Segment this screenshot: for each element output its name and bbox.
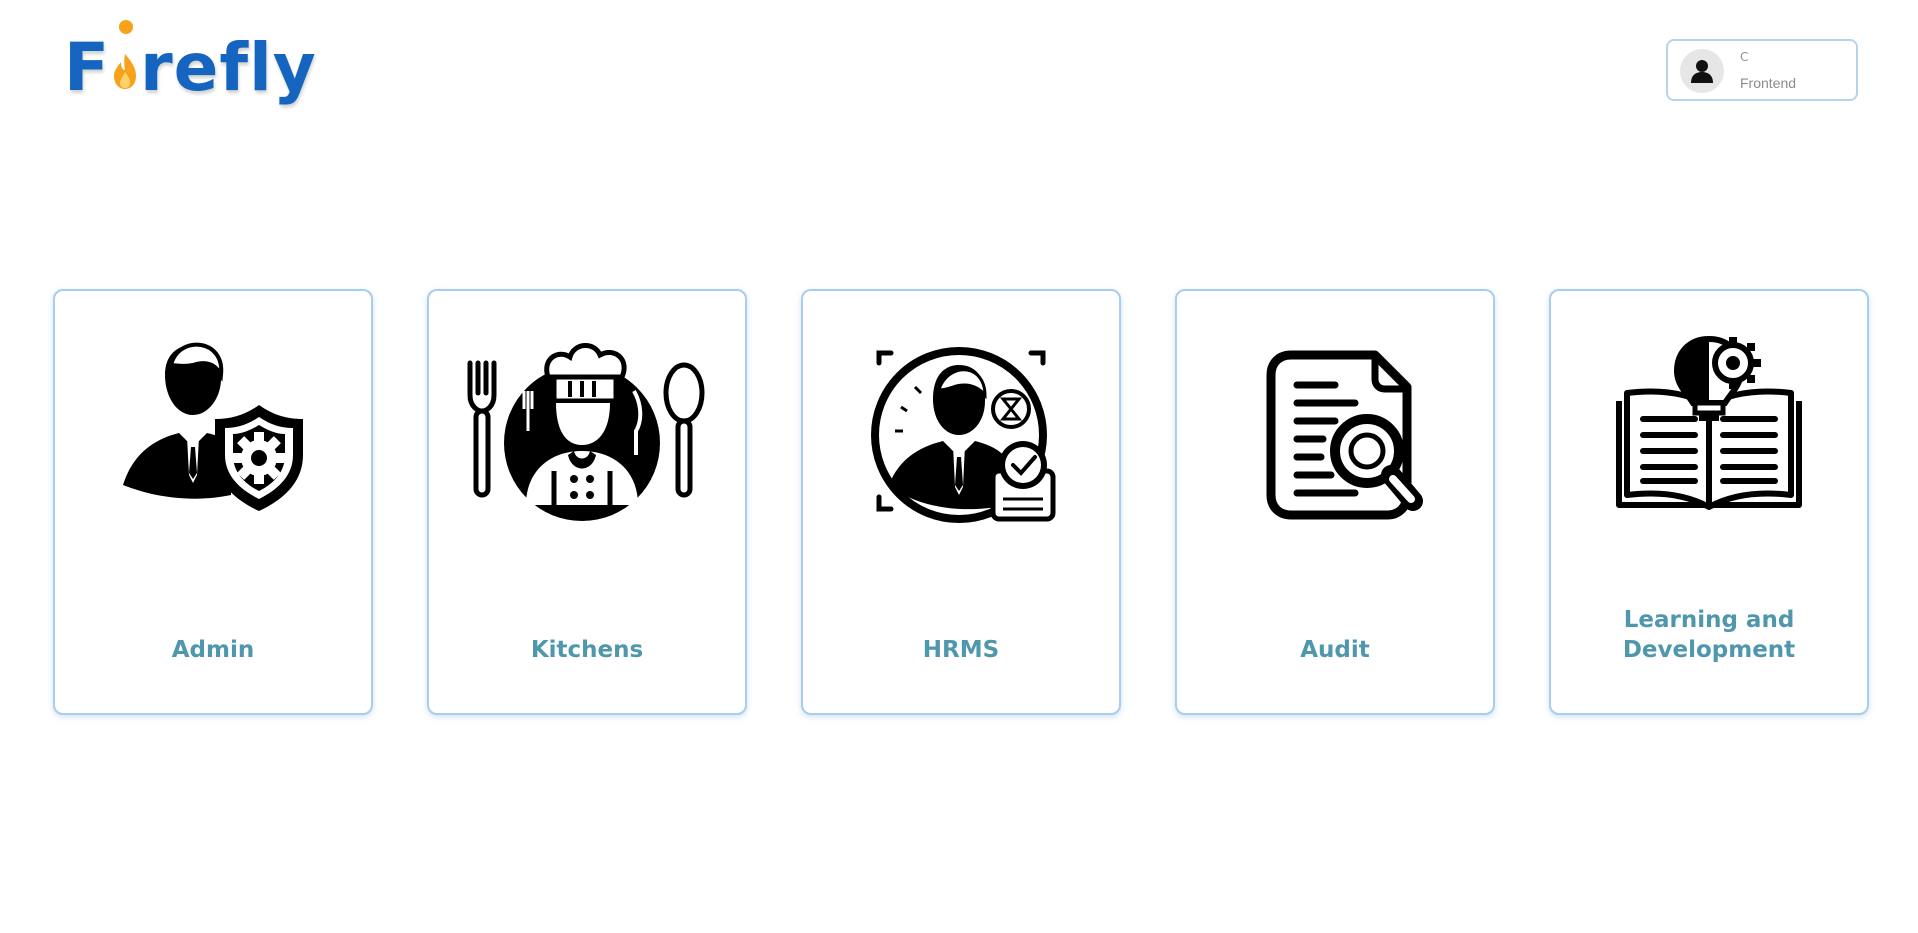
chef-icon — [467, 343, 705, 521]
header: Frefly C Frontend — [0, 0, 1918, 130]
admin-shield-icon — [123, 342, 303, 511]
book-lightbulb-icon — [1616, 335, 1802, 510]
module-card-audit[interactable]: Audit — [1175, 289, 1495, 715]
user-profile-menu[interactable]: C Frontend — [1666, 39, 1858, 101]
module-card-admin[interactable]: Admin — [53, 289, 373, 715]
avatar — [1680, 49, 1724, 93]
module-card-kitchens[interactable]: Kitchens — [427, 289, 747, 715]
document-search-icon — [1266, 350, 1423, 520]
module-grid: Admin Kitchens HRMS Audit Learning and D… — [0, 289, 1918, 715]
module-label: Audit — [1300, 637, 1370, 663]
logo-text-suffix: refly — [140, 29, 317, 106]
logo-flame-icon — [112, 20, 138, 90]
logo-text-prefix: F — [64, 29, 111, 106]
firefly-logo[interactable]: Frefly — [64, 20, 317, 108]
module-card-hrms[interactable]: HRMS — [801, 289, 1121, 715]
module-card-learning-and-development[interactable]: Learning and Development — [1549, 289, 1869, 715]
module-label: Learning and Development — [1622, 607, 1796, 663]
user-role: Frontend — [1740, 75, 1797, 91]
module-label: Kitchens — [530, 637, 644, 663]
user-icon — [1691, 60, 1713, 83]
user-name: C — [1740, 50, 1749, 64]
module-label: Admin — [171, 637, 255, 663]
module-label: HRMS — [922, 637, 1000, 663]
hr-employee-clock-icon — [871, 347, 1056, 523]
